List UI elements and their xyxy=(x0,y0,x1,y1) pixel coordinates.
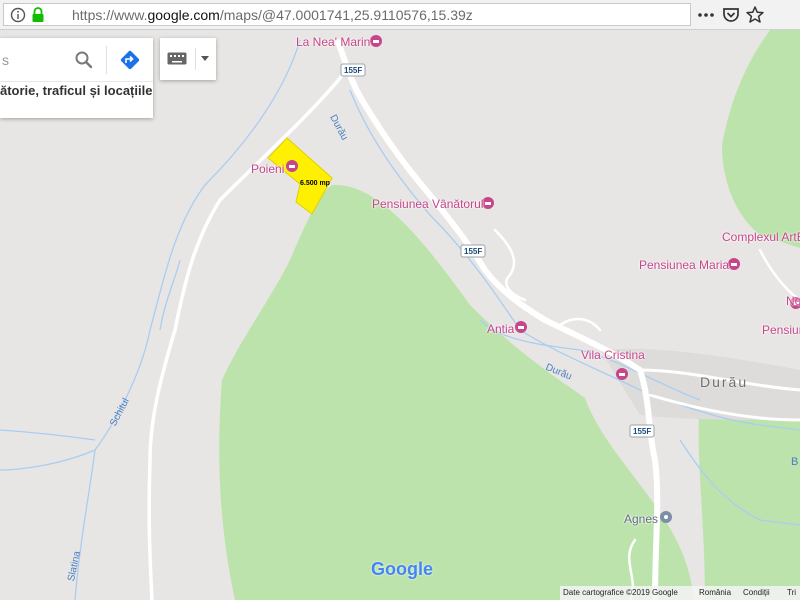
address-bar[interactable]: https://www.google.com/maps/@47.0001741,… xyxy=(3,3,691,26)
info-icon[interactable] xyxy=(10,7,26,23)
search-panel: s ătorie, traficul și locațiile xyxy=(0,38,153,118)
place-label[interactable]: Pensiun xyxy=(762,323,800,337)
search-icon[interactable] xyxy=(74,50,94,70)
place-pin-icon[interactable] xyxy=(660,511,672,523)
place-label[interactable]: Vila Cristina xyxy=(581,348,645,362)
directions-icon[interactable] xyxy=(119,49,141,71)
route-badge-label: 155F xyxy=(464,247,482,256)
keyboard-icon[interactable] xyxy=(167,52,187,66)
place-label[interactable]: Antia xyxy=(487,322,514,336)
url-prefix: https://www. xyxy=(72,7,148,23)
divider xyxy=(106,46,107,74)
url-text[interactable]: https://www.google.com/maps/@47.0001741,… xyxy=(72,7,473,23)
more-link[interactable]: Tri xyxy=(787,588,796,597)
parcel-label: 6.500 mp xyxy=(300,180,330,187)
lodging-pin-icon[interactable] xyxy=(728,258,740,270)
place-label[interactable]: No xyxy=(786,294,800,308)
lock-icon[interactable] xyxy=(31,6,45,23)
attribution-text: Date cartografice ©2019 Google xyxy=(563,588,678,597)
place-label[interactable]: Agnes xyxy=(624,512,658,526)
url-domain: google.com xyxy=(147,7,220,23)
star-icon[interactable] xyxy=(745,5,765,25)
input-tools-panel xyxy=(160,38,216,80)
lodging-pin-icon[interactable] xyxy=(482,197,494,209)
browser-toolbar: https://www.google.com/maps/@47.0001741,… xyxy=(0,0,800,30)
lodging-pin-icon[interactable] xyxy=(515,321,527,333)
lodging-pin-icon[interactable] xyxy=(370,35,382,47)
place-label[interactable]: La Nea' Marin xyxy=(296,35,370,49)
divider xyxy=(195,48,196,70)
url-path: /maps/@47.0001741,25.9110576,15.39z xyxy=(219,7,473,23)
edge-label: B xyxy=(791,456,799,468)
place-label[interactable]: Complexul ArtE xyxy=(722,230,800,244)
google-logo: Google xyxy=(371,559,433,579)
town-label: Durău xyxy=(700,374,749,390)
map-footer: Date cartografice ©2019 Google România C… xyxy=(560,586,800,600)
place-label[interactable]: Pensiunea Vânătorul xyxy=(372,197,483,211)
caret-down-icon[interactable] xyxy=(201,56,209,62)
lodging-pin-icon[interactable] xyxy=(616,368,628,380)
place-label[interactable]: Poieni xyxy=(251,162,284,176)
lodging-pin-icon[interactable] xyxy=(286,160,298,172)
search-input[interactable]: s xyxy=(2,52,9,68)
pocket-icon[interactable] xyxy=(722,6,740,24)
terms-link[interactable]: Condiții xyxy=(743,588,770,597)
region-link[interactable]: România xyxy=(699,588,731,597)
search-subtitle: ătorie, traficul și locațiile xyxy=(0,83,153,98)
search-box[interactable]: s xyxy=(0,38,153,82)
place-label[interactable]: Pensiunea Maria xyxy=(639,258,729,272)
route-badge-label: 155F xyxy=(344,66,362,75)
ellipsis-icon[interactable] xyxy=(697,7,715,23)
route-badge-label: 155F xyxy=(633,427,651,436)
